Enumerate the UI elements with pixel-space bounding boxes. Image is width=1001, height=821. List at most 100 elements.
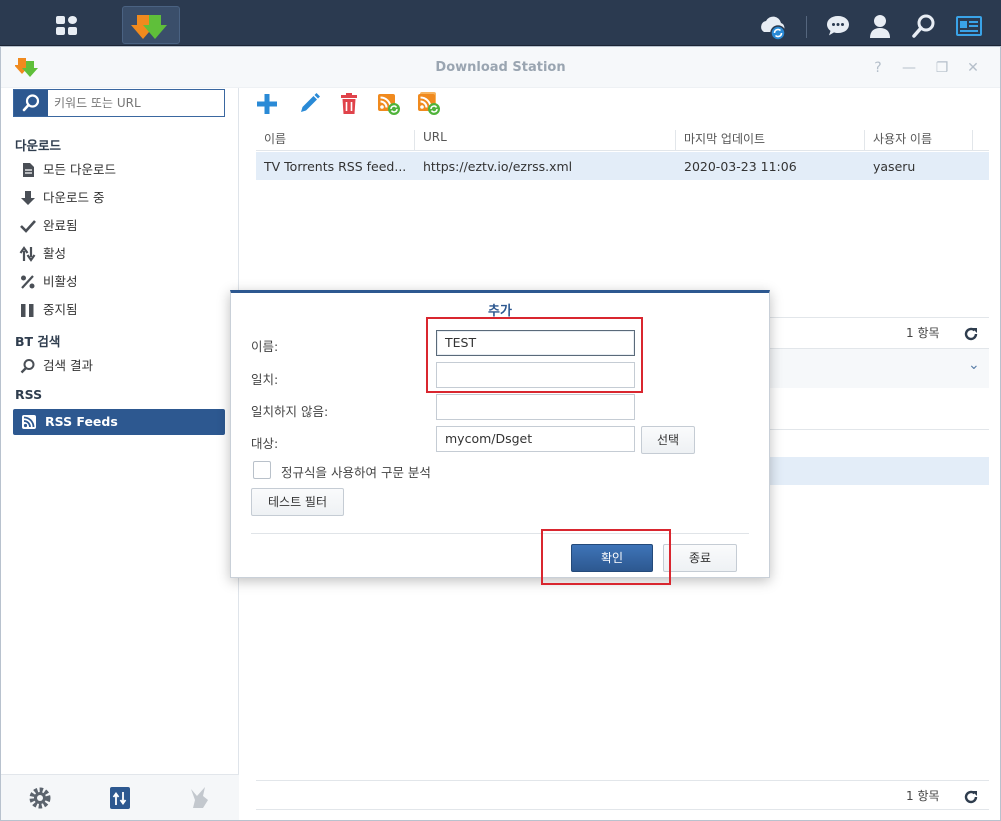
rss-refresh-all-icon [418, 92, 440, 115]
update-feed-button[interactable] [376, 91, 402, 117]
search-icon [22, 94, 40, 112]
main-menu-button[interactable] [43, 8, 91, 42]
bandwidth-button[interactable] [107, 785, 133, 811]
grid-icon [56, 16, 78, 35]
user-icon [870, 15, 890, 38]
nomatch-field[interactable] [436, 394, 635, 420]
sidebar-item-label: RSS Feeds [45, 414, 118, 429]
minimize-button[interactable]: — [901, 60, 917, 76]
sidebar: 다운로드 모든 다운로드 다운로드 중 완료됨 활성 비활성 중지됨 BT 검색… [1, 88, 239, 820]
nav-section-bt-search: BT 검색 [15, 334, 61, 349]
sidebar-item-label: 다운로드 중 [43, 190, 105, 205]
close-button[interactable]: ✕ [965, 60, 981, 76]
pause-icon [21, 303, 34, 317]
close-dialog-button[interactable]: 종료 [663, 544, 737, 572]
window-titlebar[interactable]: Download Station ? — ❐ ✕ [1, 47, 1000, 88]
document-icon [23, 162, 34, 177]
refresh-button[interactable] [961, 787, 981, 807]
edit-feed-button[interactable] [296, 91, 322, 117]
cell-name: TV Torrents RSS feed... [264, 159, 407, 174]
search-submit-button[interactable] [14, 90, 48, 116]
refresh-button[interactable] [961, 324, 981, 344]
cloud-sync-icon [761, 16, 786, 41]
sidebar-item-active[interactable]: 활성 [19, 241, 225, 267]
user-button[interactable] [866, 12, 896, 42]
pencil-icon [301, 93, 320, 112]
sidebar-item-all-downloads[interactable]: 모든 다운로드 [19, 157, 225, 183]
search-button[interactable] [910, 12, 940, 42]
regex-checkbox[interactable] [253, 461, 271, 479]
test-filter-button[interactable]: 테스트 필터 [251, 488, 344, 516]
sidebar-item-label: 모든 다운로드 [43, 162, 116, 177]
select-destination-button[interactable]: 선택 [641, 426, 695, 454]
rss-refresh-icon [378, 94, 400, 115]
column-header-username[interactable]: 사용자 이름 [865, 130, 973, 150]
cell-last-update: 2020-03-23 11:06 [684, 159, 797, 174]
download-station-icon [131, 15, 167, 39]
search-box [13, 89, 225, 117]
match-label: 일치: [251, 372, 279, 387]
search-input[interactable] [54, 90, 222, 116]
rss-icon [22, 414, 36, 429]
help-icon: ? [874, 60, 882, 76]
settings-button[interactable] [27, 785, 53, 811]
chat-bubble-icon [827, 16, 849, 36]
sidebar-item-label: 비활성 [43, 274, 78, 289]
window-title: Download Station [435, 60, 566, 75]
taskbar-separator [806, 16, 807, 38]
grid-header: 이름 URL 마지막 업데이트 사용자 이름 [256, 123, 989, 151]
sidebar-item-paused[interactable]: 중지됨 [19, 297, 225, 323]
restore-button[interactable]: ❐ [934, 60, 950, 76]
sidebar-bottom-bar [1, 774, 239, 820]
destination-field[interactable]: mycom/Dsget [436, 426, 635, 452]
notifications-button[interactable] [824, 12, 854, 42]
sidebar-item-label: 검색 결과 [43, 358, 93, 373]
dialog-divider [251, 533, 749, 534]
help-button[interactable]: ? [870, 60, 886, 76]
arrow-down-icon [21, 190, 35, 205]
emule-button[interactable] [187, 785, 213, 811]
sidebar-item-completed[interactable]: 완료됨 [19, 213, 225, 239]
sidebar-item-downloading[interactable]: 다운로드 중 [19, 185, 225, 211]
sidebar-item-label: 완료됨 [43, 218, 78, 233]
sidebar-item-rss-feeds[interactable]: RSS Feeds [13, 409, 225, 435]
refresh-icon [964, 790, 978, 804]
taskbar [0, 0, 1001, 46]
percent-slash-icon [21, 274, 35, 289]
check-icon [20, 219, 36, 233]
delete-feed-button[interactable] [336, 91, 362, 117]
collapse-button[interactable]: ⌄ [968, 357, 980, 373]
add-feed-button[interactable] [254, 91, 280, 117]
trash-icon [341, 93, 357, 114]
sidebar-item-inactive[interactable]: 비활성 [19, 269, 225, 295]
highlight-box-ok [541, 529, 671, 585]
refresh-icon [964, 327, 978, 341]
double-chevron-down-icon: ⌄ [968, 357, 980, 373]
destination-label: 대상: [251, 436, 279, 451]
sidebar-item-search-results[interactable]: 검색 결과 [19, 353, 225, 379]
nomatch-label: 일치하지 않음: [251, 404, 329, 419]
table-row[interactable]: TV Torrents RSS feed... https://eztv.io/… [256, 152, 989, 180]
widget-card-icon [956, 16, 982, 36]
item-count: 1 항목 [906, 789, 940, 803]
widgets-button[interactable] [954, 12, 984, 42]
cloud-sync-button[interactable] [758, 12, 788, 42]
updown-arrows-icon [19, 245, 36, 262]
download-station-taskbar-button[interactable] [122, 6, 180, 44]
minimize-icon: — [902, 60, 916, 76]
cell-url: https://eztv.io/ezrss.xml [423, 159, 573, 174]
column-header-name[interactable]: 이름 [256, 130, 415, 150]
nav-section-rss: RSS [15, 387, 43, 402]
search-icon [20, 358, 35, 373]
transfer-icon [110, 787, 130, 809]
column-header-url[interactable]: URL [415, 130, 676, 150]
sidebar-item-label: 중지됨 [43, 302, 78, 317]
column-header-last-update[interactable]: 마지막 업데이트 [676, 130, 865, 150]
item-count: 1 항목 [906, 326, 940, 340]
gear-icon [29, 787, 51, 809]
restore-icon: ❐ [935, 60, 949, 76]
nav-section-download: 다운로드 [15, 138, 62, 153]
update-all-feeds-button[interactable] [416, 91, 442, 117]
highlight-box-name-match [426, 317, 643, 393]
close-icon: ✕ [967, 60, 979, 76]
